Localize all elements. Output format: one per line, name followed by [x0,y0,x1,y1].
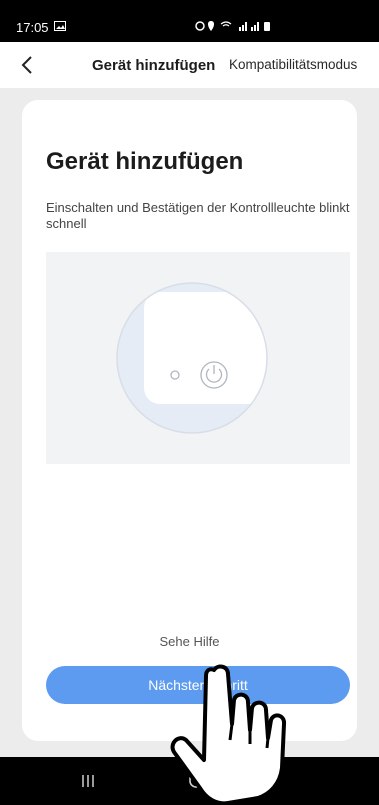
status-time: 17:05 [16,20,49,35]
recent-apps-icon[interactable] [80,773,96,789]
status-bar: 17:05 [0,0,379,42]
page-title: Gerät hinzufügen [92,57,216,74]
gallery-icon [54,21,66,31]
device-power-illustration [116,282,268,434]
header: Gerät hinzufügen Kompatibilitätsmodus [0,42,379,88]
compatibility-mode-link[interactable]: Kompatibilitätsmodus [229,57,357,72]
status-icons [195,21,270,31]
card-description: Einschalten und Bestätigen der Kontrolll… [46,200,350,231]
back-arrow-icon[interactable] [18,54,38,76]
setup-card: Gerät hinzufügen Einschalten und Bestäti… [22,100,357,741]
card-title: Gerät hinzufügen [46,148,244,175]
tap-hand-icon [170,664,287,805]
help-link[interactable]: Sehe Hilfe [22,634,357,649]
device-illustration [46,252,350,464]
